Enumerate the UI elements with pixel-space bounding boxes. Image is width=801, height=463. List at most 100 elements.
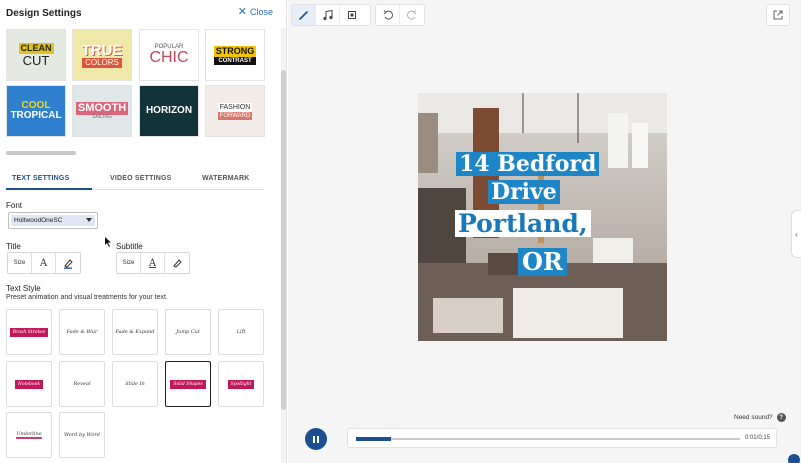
chevron-left-icon: ‹ [795,229,798,239]
tab-watermark[interactable]: WATERMARK [202,175,250,182]
theme-label-line-2: COLORS [81,57,123,68]
redo-icon [407,10,417,20]
text-style-label: Slide In [125,381,145,387]
title-highlight-button[interactable] [56,253,80,273]
text-style-underline[interactable]: Underline [6,412,52,458]
theme-fashion-forward[interactable]: FASHION FORWARD [205,85,265,137]
close-icon: ✕ [237,5,247,18]
need-sound-label: Need sound? [734,414,773,421]
theme-label-line-1: STRONG [213,45,257,57]
video-preview[interactable]: 14 Bedford Drive Portland, OR [418,93,667,341]
font-label: Font [6,201,23,210]
theme-scrollbar[interactable] [6,151,76,155]
text-style-notebook[interactable]: Notebook [6,361,52,407]
title-label: Title [6,242,21,251]
text-style-label: Jump Cut [176,329,200,335]
caption-line-2: Drive [488,180,560,204]
theme-label-line-2: CUT [22,53,50,68]
text-style-lift[interactable]: Lift [218,309,264,355]
text-style-label: Lift [236,329,246,335]
resize-icon [348,11,356,19]
need-sound-link[interactable]: Need sound? ? [734,413,786,422]
text-style-fade-expand[interactable]: Fade & Expand [112,309,158,355]
theme-label-line-2: SAILING [92,114,112,120]
text-style-solid-shapes[interactable]: Solid Shapes [165,361,211,407]
text-style-label: Underline [16,431,42,439]
timeline[interactable]: 0:01/0:15 [347,428,777,448]
subtitle-highlight-button[interactable] [165,253,189,273]
text-style-label: Fade & Blur [66,329,98,335]
subtitle-font-color-button[interactable]: A [141,253,165,273]
music-button[interactable] [316,5,340,25]
pencil-icon [298,11,308,20]
text-style-brush-strokes[interactable]: Brush Strokes [6,309,52,355]
text-style-description: Preset animation and visual treatments f… [6,294,168,301]
theme-horizon[interactable]: HORIZON [139,85,199,137]
tab-video-settings[interactable]: VIDEO SETTINGS [110,175,172,182]
font-color-icon: A [39,257,48,269]
theme-label: COOL TROPICAL [10,101,61,121]
design-settings-panel: Design Settings ✕ Close CLEAN CUT TRUE COLO… [0,0,287,463]
mouse-cursor-icon [105,237,111,247]
panel-scrollbar-thumb[interactable] [281,70,286,410]
title-font-color-button[interactable]: A [32,253,56,273]
text-style-slide-in[interactable]: Slide In [112,361,158,407]
text-style-label: Brush Strokes [9,327,49,337]
font-select[interactable]: HoltwoodOneSC [8,212,98,229]
theme-label: POPULAR CHIC [149,44,188,66]
theme-label: HORIZON [146,106,192,116]
caption-line-1: 14 Bedford [456,152,600,176]
side-panel-toggle[interactable]: ‹ [791,210,801,258]
font-select-value: HoltwoodOneSC [11,215,95,226]
close-label: Close [249,7,273,17]
pause-button[interactable] [305,428,327,450]
timecode: 0:01/0:15 [744,435,770,441]
subtitle-controls: Size A [116,252,190,274]
theme-label-line-2: CHIC [149,49,189,66]
subtitle-size-button[interactable]: Size [117,253,141,273]
theme-label: TRUE COLORS [81,43,123,68]
theme-label-line-2: FORWARD [217,111,253,120]
text-style-label: Word by Word [63,432,100,438]
theme-label: SMOOTH SAILING [75,102,129,120]
pause-icon [313,435,315,443]
tab-text-settings[interactable]: TEXT SETTINGS [12,175,69,182]
theme-label: CLEAN CUT [18,43,54,68]
progress-track[interactable] [356,437,740,441]
theme-cool-tropical[interactable]: COOL TROPICAL [6,85,66,137]
subtitle-label: Subtitle [116,242,143,251]
chevron-down-icon [86,218,92,222]
theme-smooth-sailing[interactable]: SMOOTH SAILING [72,85,132,137]
text-style-reveal[interactable]: Reveal [59,361,105,407]
text-style-spotlight[interactable]: Spotlight [218,361,264,407]
redo-button[interactable] [400,5,424,25]
close-button[interactable]: ✕ Close [237,5,273,18]
caption-line-3: Portland, [455,210,591,237]
help-icon: ? [776,413,786,422]
undo-icon [383,10,393,20]
export-button[interactable] [766,4,790,26]
external-link-icon [773,10,783,20]
panel-title: Design Settings [6,8,82,19]
settings-tabs: TEXT SETTINGS VIDEO SETTINGS WATERMARK [6,172,264,190]
tool-group [291,4,371,26]
theme-label-line-1: FASHION [217,102,253,112]
resize-button[interactable] [340,5,364,25]
caption-overlay[interactable]: 14 Bedford Drive Portland, OR [418,93,667,341]
text-tool-button[interactable] [292,5,316,25]
title-size-button[interactable]: Size [8,253,32,273]
theme-true-colors[interactable]: TRUE COLORS [72,29,132,81]
highlighter-icon [64,258,73,269]
theme-popular-chic[interactable]: POPULAR CHIC [139,29,199,81]
text-style-label: Solid Shapes [170,379,206,389]
theme-strong-contrast[interactable]: STRONG CONTRAST [205,29,265,81]
chat-bubble[interactable] [788,454,800,463]
undo-button[interactable] [376,5,400,25]
text-style-word-by-word[interactable]: Word by Word [59,412,105,458]
text-style-jump-cut[interactable]: Jump Cut [165,309,211,355]
text-style-fade-blur[interactable]: Fade & Blur [59,309,105,355]
theme-clean-cut[interactable]: CLEAN CUT [6,29,66,81]
editor-canvas: 14 Bedford Drive Portland, OR ‹ Need sou… [288,0,801,463]
text-style-label: Spotlight [227,379,255,389]
theme-label: STRONG CONTRAST [213,45,257,65]
